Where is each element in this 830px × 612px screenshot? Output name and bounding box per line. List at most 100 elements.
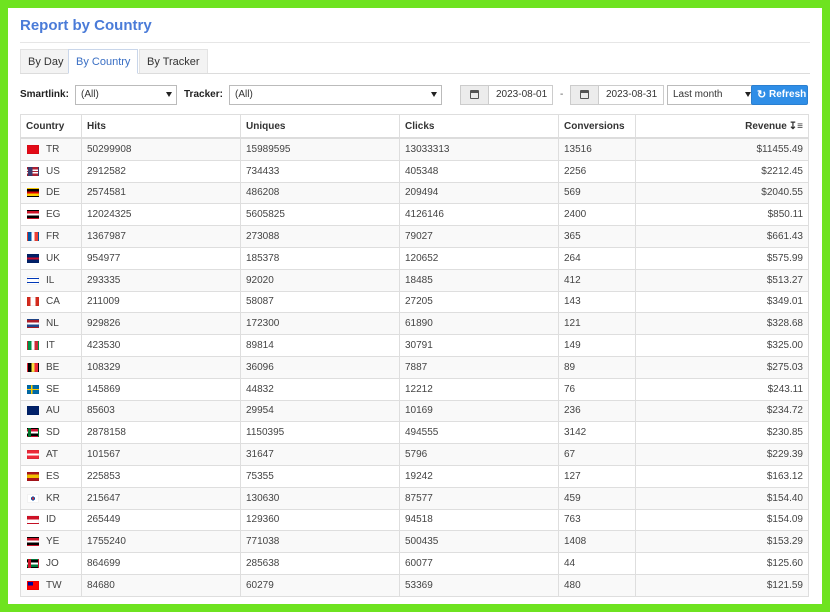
date-range-value: Last month: [673, 89, 723, 100]
col-header-revenue[interactable]: Revenue ↧≡: [635, 114, 809, 139]
cell-clicks: 10169: [399, 399, 559, 423]
cell-conversions: 127: [558, 464, 636, 488]
tracker-select[interactable]: (All): [229, 85, 442, 105]
cell-conversions: 1408: [558, 530, 636, 554]
cell-uniques: 771038: [240, 530, 400, 554]
cell-country: BE: [20, 355, 82, 379]
cell-revenue: $575.99: [635, 246, 809, 270]
tab-by-day[interactable]: By Day: [20, 49, 72, 73]
cell-revenue: $163.12: [635, 464, 809, 488]
cell-country: DE: [20, 181, 82, 205]
cell-conversions: 149: [558, 334, 636, 357]
tab-by-country[interactable]: By Country: [68, 49, 139, 74]
col-header-revenue-label: Revenue: [745, 120, 787, 132]
cell-uniques: 60279: [240, 573, 400, 597]
cell-uniques: 273088: [240, 225, 400, 248]
col-header-uniques[interactable]: Uniques: [240, 114, 400, 139]
country-flag-icon: [27, 558, 39, 568]
country-flag-icon: [27, 362, 39, 372]
cell-revenue: $513.27: [635, 268, 809, 292]
cell-country: EG: [20, 203, 82, 227]
cell-hits: 12024325: [81, 203, 241, 227]
table-row: UK 954977 185378 120652 264 $575.99: [20, 246, 809, 270]
country-code: CA: [46, 296, 60, 308]
cell-revenue: $2040.55: [635, 181, 809, 205]
cell-conversions: 3142: [558, 421, 636, 445]
table-row: TR 50299908 15989595 13033313 13516 $11455.49: [20, 137, 809, 161]
country-flag-icon: [27, 341, 39, 350]
col-header-hits[interactable]: Hits: [81, 114, 241, 139]
cell-conversions: 44: [558, 552, 636, 575]
col-header-country[interactable]: Country: [20, 114, 82, 139]
cell-conversions: 67: [558, 443, 636, 466]
country-code: TW: [46, 579, 62, 591]
cell-hits: 423530: [81, 334, 241, 357]
date-range-select[interactable]: Last month: [667, 85, 756, 105]
country-code: JO: [46, 557, 59, 569]
cell-uniques: 31647: [240, 443, 400, 466]
cell-conversions: 2256: [558, 159, 636, 183]
calendar-icon[interactable]: [571, 86, 599, 104]
date-to-value[interactable]: 2023-08-31: [599, 86, 657, 104]
date-from-value[interactable]: 2023-08-01: [489, 86, 547, 104]
table-row: SE 145869 44832 12212 76 $243.11: [20, 377, 809, 401]
cell-country: ID: [20, 508, 82, 532]
cell-conversions: 236: [558, 399, 636, 423]
cell-hits: 1755240: [81, 530, 241, 554]
col-header-clicks[interactable]: Clicks: [399, 114, 559, 139]
cell-revenue: $125.60: [635, 552, 809, 575]
filter-bar: Smartlink: (All) Tracker: (All) 2023-08-…: [20, 84, 810, 106]
cell-conversions: 569: [558, 181, 636, 205]
country-code: ES: [46, 470, 60, 482]
cell-hits: 954977: [81, 246, 241, 270]
country-flag-icon: [27, 319, 39, 329]
cell-country: YE: [20, 530, 82, 554]
cell-clicks: 18485: [399, 268, 559, 292]
table-row: JO 864699 285638 60077 44 $125.60: [20, 552, 809, 575]
smartlink-value: (All): [81, 89, 99, 100]
col-header-conversions[interactable]: Conversions: [558, 114, 636, 139]
cell-hits: 145869: [81, 377, 241, 401]
report-panel: Report by Country By Day By Country By T…: [8, 8, 822, 604]
report-tabs: By Day By Country By Tracker: [20, 49, 810, 74]
date-to-field[interactable]: 2023-08-31: [570, 85, 664, 105]
cell-conversions: 13516: [558, 137, 636, 161]
tab-by-tracker[interactable]: By Tracker: [139, 49, 208, 73]
table-row: AT 101567 31647 5796 67 $229.39: [20, 443, 809, 466]
cell-uniques: 5605825: [240, 203, 400, 227]
table-row: US 2912582 734433 405348 2256 $2212.45: [20, 159, 809, 183]
chevron-down-icon: [166, 92, 172, 97]
cell-uniques: 36096: [240, 355, 400, 379]
date-from-field[interactable]: 2023-08-01: [460, 85, 553, 105]
country-code: TR: [46, 143, 60, 155]
table-row: EG 12024325 5605825 4126146 2400 $850.11: [20, 203, 809, 227]
cell-conversions: 480: [558, 573, 636, 597]
cell-revenue: $154.40: [635, 486, 809, 510]
cell-hits: 85603: [81, 399, 241, 423]
cell-revenue: $850.11: [635, 203, 809, 227]
table-header-row: Country Hits Uniques Clicks Conversions …: [20, 114, 809, 139]
country-flag-icon: [27, 253, 39, 263]
country-code: AT: [46, 448, 59, 460]
cell-uniques: 486208: [240, 181, 400, 205]
cell-hits: 2878158: [81, 421, 241, 445]
country-report-table: Country Hits Uniques Clicks Conversions …: [20, 114, 809, 597]
cell-conversions: 89: [558, 355, 636, 379]
cell-clicks: 209494: [399, 181, 559, 205]
cell-country: TR: [20, 137, 82, 161]
tracker-label: Tracker:: [184, 89, 223, 100]
calendar-icon[interactable]: [461, 86, 489, 104]
refresh-button[interactable]: ↻ Refresh: [751, 85, 808, 105]
cell-country: NL: [20, 312, 82, 336]
country-code: ID: [46, 514, 56, 526]
cell-clicks: 87577: [399, 486, 559, 510]
cell-hits: 2574581: [81, 181, 241, 205]
cell-revenue: $325.00: [635, 334, 809, 357]
cell-country: SE: [20, 377, 82, 401]
cell-conversions: 76: [558, 377, 636, 401]
cell-uniques: 1150395: [240, 421, 400, 445]
cell-revenue: $154.09: [635, 508, 809, 532]
cell-clicks: 5796: [399, 443, 559, 466]
smartlink-select[interactable]: (All): [75, 85, 177, 105]
cell-revenue: $661.43: [635, 225, 809, 248]
